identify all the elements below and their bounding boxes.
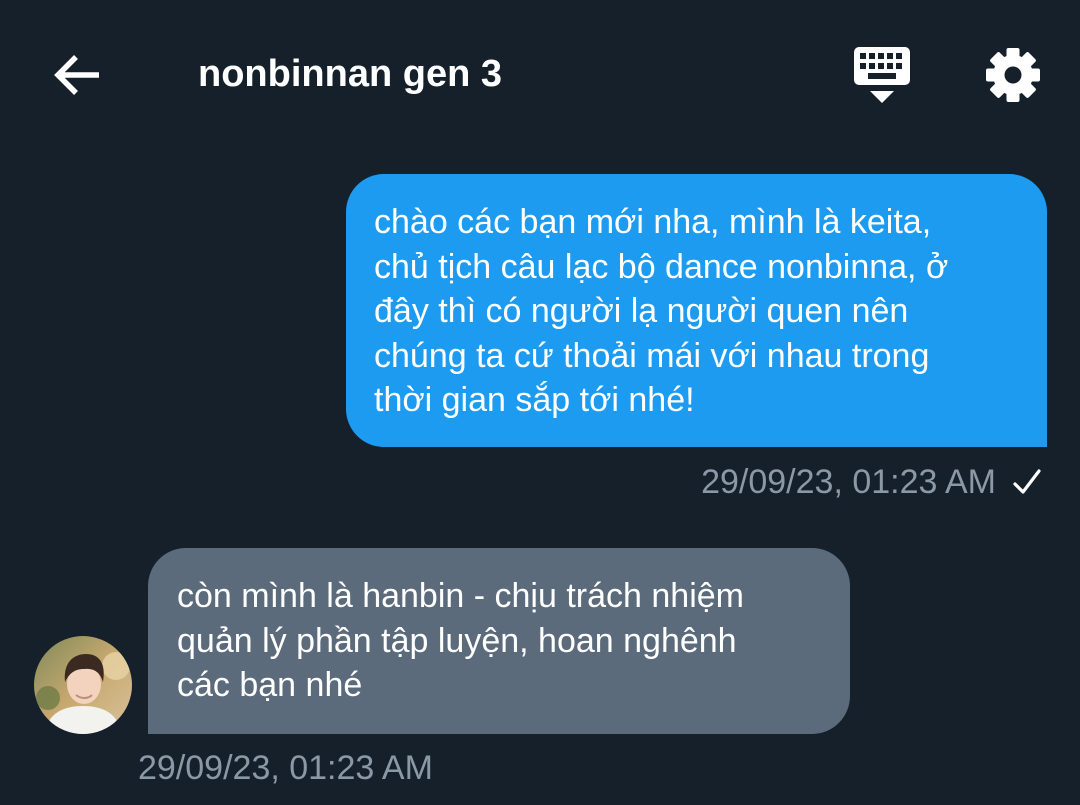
message-text-line: thời gian sắp tới nhé! <box>374 381 695 419</box>
back-button[interactable] <box>50 50 104 100</box>
avatar[interactable] <box>34 636 132 734</box>
message-text-line: chào các bạn mới nha, mình là keita, <box>374 203 932 241</box>
outgoing-message-bubble[interactable]: chào các bạn mới nha, mình là keita, chủ… <box>346 174 1047 447</box>
settings-button[interactable] <box>982 44 1044 106</box>
keyboard-icon <box>854 47 910 103</box>
message-text-line: quản lý phần tập luyện, hoan nghênh <box>177 621 737 660</box>
message-timestamp: 29/09/23, 01:23 AM <box>701 463 996 501</box>
arrow-left-icon <box>54 55 99 95</box>
incoming-message-bubble[interactable]: còn mình là hanbin - chịu trách nhiệm qu… <box>148 548 850 734</box>
gear-icon <box>986 48 1040 102</box>
chat-header: nonbinnan gen 3 <box>0 0 1080 150</box>
message-text-line: đây thì có người lạ người quen nên <box>374 292 909 330</box>
check-icon <box>1013 469 1041 494</box>
message-timestamp: 29/09/23, 01:23 AM <box>138 749 433 787</box>
message-text-line: chủ tịch câu lạc bộ dance nonbinna, ở <box>374 247 949 286</box>
avatar-photo <box>34 636 132 734</box>
chat-title: nonbinnan gen 3 <box>198 53 502 95</box>
message-text-line: chúng ta cứ thoải mái với nhau trong <box>374 336 930 375</box>
message-text-line: còn mình là hanbin - chịu trách nhiệm <box>177 577 744 615</box>
keyboard-toggle-button[interactable] <box>848 44 916 106</box>
message-text-line: các bạn nhé <box>177 666 363 704</box>
